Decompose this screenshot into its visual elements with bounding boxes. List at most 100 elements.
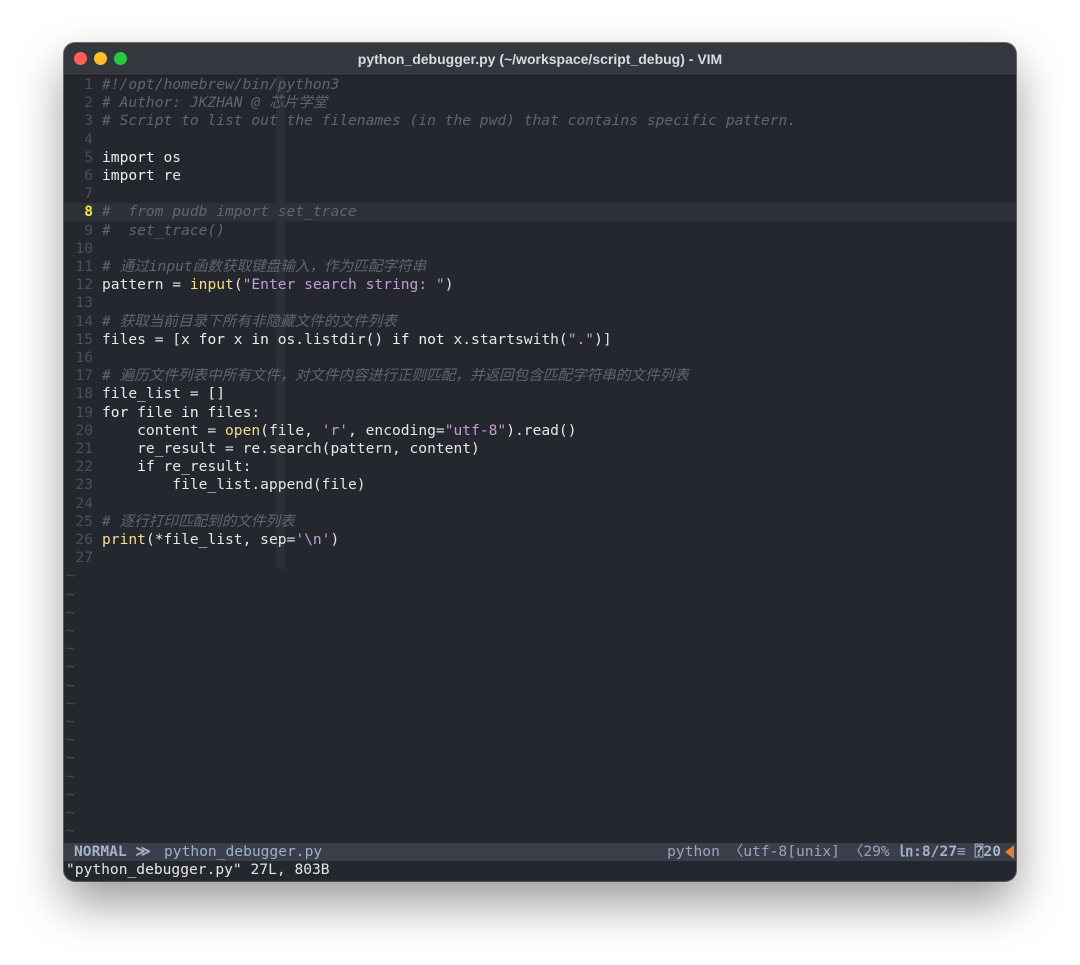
warning-icon: [1005, 845, 1014, 859]
line-text: files = [x for x in os.listdir() if not …: [102, 331, 612, 348]
code-line[interactable]: 13: [64, 294, 102, 312]
builtin-token: print: [102, 531, 146, 548]
empty-line-marker: ~: [66, 622, 75, 639]
builtin-token: open: [225, 421, 261, 439]
code-token: os.listdir(): [268, 330, 392, 348]
code-line[interactable]: 21 re_result = re.search(pattern, conten…: [64, 440, 479, 458]
line-text: import re: [102, 167, 181, 184]
code-token: files:: [198, 403, 261, 421]
line-number: 13: [75, 294, 93, 312]
line-number: 17: [75, 367, 93, 385]
code-line[interactable]: 6 import re: [64, 167, 181, 185]
line-text: # 通过input函数获取键盘输入，作为匹配字符串: [102, 258, 426, 275]
line-text: # Script to list out the filenames (in t…: [102, 112, 796, 129]
line-number: 4: [84, 130, 93, 148]
keyword-token: if: [137, 458, 155, 476]
code-line[interactable]: 17 # 遍历文件列表中所有文件，对文件内容进行正则匹配，并返回包含匹配字符串的文…: [64, 367, 689, 385]
comment-token: #!/opt/homebrew/bin/python3: [102, 76, 340, 93]
line-number: 25: [75, 512, 93, 530]
code-line[interactable]: 10: [64, 240, 102, 258]
code-token: , encoding=: [348, 421, 445, 439]
line-number: 21: [75, 440, 93, 457]
line-number: 5: [84, 148, 93, 166]
line-number: 16: [75, 349, 93, 366]
code-line[interactable]: 4: [64, 131, 102, 149]
code-line[interactable]: 24: [64, 495, 102, 513]
code-line[interactable]: 3 # Script to list out the filenames (in …: [64, 112, 796, 130]
string-token: "Enter search string: ": [242, 276, 445, 294]
empty-line-marker: ~: [66, 731, 75, 749]
comment-token: # from pudb import set_trace: [102, 203, 357, 221]
code-line[interactable]: 5 import os: [64, 149, 181, 167]
code-line[interactable]: 16: [64, 349, 102, 367]
code-line[interactable]: 22 if re_result:: [64, 458, 251, 476]
editor-buffer[interactable]: 1 #!/opt/homebrew/bin/python3 2 # Author: J…: [64, 76, 1016, 844]
code-token: (file,: [260, 421, 322, 439]
line-number: 24: [75, 494, 93, 512]
code-line[interactable]: 20 content = open(file, 'r', encoding="u…: [64, 421, 576, 440]
code-line[interactable]: 14 # 获取当前目录下所有非隐藏文件的文件列表: [64, 313, 396, 331]
code-token: content =: [102, 421, 226, 439]
code-line[interactable]: 26 print(*file_list, sep='\n'): [64, 531, 339, 549]
code-line[interactable]: 8 # from pudb import set_trace: [64, 203, 357, 221]
empty-line-marker: ~: [66, 713, 75, 730]
line-text: # set_trace(): [102, 222, 225, 239]
line-number: 12: [75, 276, 93, 294]
empty-line-marker: ~: [66, 603, 75, 621]
line-number: 19: [75, 403, 93, 421]
line-number: 6: [84, 167, 93, 184]
code-line[interactable]: 1 #!/opt/homebrew/bin/python3: [64, 76, 339, 94]
string-token: "utf-8": [444, 421, 507, 439]
code-line[interactable]: 25 # 逐行打印匹配到的文件列表: [64, 512, 294, 531]
window-title: python_debugger.py (~/workspace/script_d…: [357, 51, 723, 67]
builtin-token: input: [189, 276, 234, 294]
status-filename: python_debugger.py: [164, 843, 323, 860]
code-line[interactable]: 19 for file in files:: [64, 404, 260, 422]
mode-indicator: NORMAL ≫: [64, 843, 157, 861]
line-number: 22: [75, 458, 93, 476]
separator-icon: 〈: [848, 843, 864, 860]
line-text: pattern = input("Enter search string: "): [102, 276, 454, 293]
code-line[interactable]: 15 files = [x for x in os.listdir() if no…: [64, 330, 612, 349]
code-line[interactable]: 18 file_list = []: [64, 385, 225, 403]
code-token: re: [154, 167, 182, 184]
line-text: # 遍历文件列表中所有文件，对文件内容进行正则匹配，并返回包含匹配字符串的文件列…: [102, 367, 689, 384]
status-percent: 29%: [863, 843, 890, 860]
code-line[interactable]: 27: [64, 549, 102, 567]
code-token: (: [233, 276, 243, 294]
code-line[interactable]: 2 # Author: JKZHAN @ 芯片学堂: [64, 94, 327, 112]
line-text: # from pudb import set_trace: [102, 203, 357, 220]
vim-window: python_debugger.py (~/workspace/script_d…: [64, 43, 1016, 881]
code-token: files = [x: [102, 330, 199, 348]
code-token: pattern =: [102, 276, 190, 294]
command-line[interactable]: "python_debugger.py" 27L, 803B: [64, 861, 1016, 879]
status-right-section: python 〈utf-8[unix] 〈29% ㏑:8/27≡ ⍰20: [667, 843, 1016, 861]
empty-line-marker: ~: [66, 585, 75, 603]
line-text: import os: [102, 149, 181, 166]
keyword-token: not: [418, 330, 445, 348]
code-token: x: [225, 330, 252, 348]
line-number-icon: ㏑: [898, 843, 914, 860]
code-token: os: [154, 148, 182, 166]
line-number: 15: [75, 330, 93, 348]
line-text: # Author: JKZHAN @ 芯片学堂: [102, 94, 327, 111]
code-line[interactable]: 23 file_list.append(file): [64, 476, 366, 494]
line-number: 11: [75, 258, 93, 275]
lines-icon: ≡: [957, 843, 966, 860]
code-line[interactable]: 11 # 通过input函数获取键盘输入，作为匹配字符串: [64, 258, 426, 276]
keyword-token: if: [391, 330, 410, 348]
line-number: 10: [75, 239, 93, 257]
comment-token: # 通过input函数获取键盘输入，作为匹配字符串: [102, 258, 427, 275]
code-line[interactable]: 12 pattern = input("Enter search string: …: [64, 276, 454, 294]
comment-token: # Script to list out the filenames (in t…: [102, 112, 797, 130]
status-position: :8/27: [913, 843, 958, 860]
code-token: ): [330, 531, 340, 548]
code-line[interactable]: 9 # set_trace(): [64, 222, 225, 240]
line-number: 8: [84, 203, 93, 221]
line-number: 23: [75, 476, 93, 494]
code-line[interactable]: 7: [64, 185, 102, 203]
line-text: file_list = []: [102, 385, 225, 402]
code-token: file_list.append(file): [102, 476, 366, 494]
line-number: 27: [75, 549, 93, 567]
code-token: (*file_list, sep=: [145, 531, 296, 548]
